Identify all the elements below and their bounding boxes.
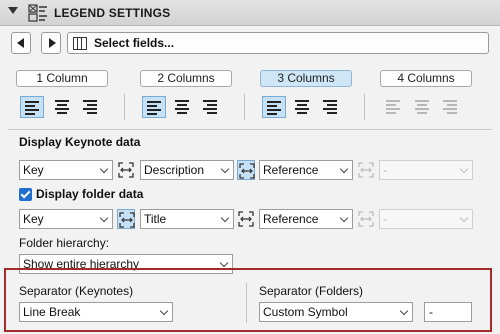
dropdown-value: Key [23,212,44,226]
chevron-down-icon [99,213,109,223]
arrow-left-icon [17,38,24,48]
chevron-down-icon [220,213,230,223]
dropdown-value: - [383,212,387,226]
dropdown-value: Key [23,163,44,177]
link-icon [118,162,134,178]
keynote-field-3-dropdown[interactable]: Reference [259,160,353,180]
dropdown-value: Reference [263,212,319,226]
select-fields-label: Select fields... [94,36,175,50]
chevron-down-icon [159,306,169,316]
divider [246,283,247,323]
align-center-button [410,96,434,118]
dropdown-value: Custom Symbol [263,305,348,319]
alignment-group-3 [262,96,352,118]
folder-hierarchy-label: Folder hierarchy: [19,236,110,250]
one-column-button[interactable]: 1 Column [16,70,108,87]
chevron-down-icon [459,164,469,174]
chevron-down-icon [219,258,229,268]
link-fields-toggle [357,209,375,229]
alignment-group-4 [382,96,472,118]
alignment-group-2 [142,96,232,118]
align-left-button [382,96,406,118]
divider [124,94,125,120]
align-right-button [438,96,462,118]
link-icon [119,212,135,228]
arrow-right-icon [49,38,56,48]
divider [364,94,365,120]
separator-keynotes-label: Separator (Keynotes) [19,284,134,298]
separator-folders-dropdown[interactable]: Custom Symbol [259,302,413,322]
keynote-field-1-dropdown[interactable]: Key [19,160,113,180]
custom-symbol-input[interactable]: - [424,302,472,322]
chevron-down-icon [459,213,469,223]
divider [244,94,245,120]
link-fields-toggle[interactable] [237,160,255,180]
previous-button[interactable] [11,32,31,54]
dropdown-value: - [383,163,387,177]
legend-settings-icon [28,4,48,22]
link-icon [238,211,254,227]
separator-keynotes-dropdown[interactable]: Line Break [19,302,173,322]
dropdown-value: Reference [263,163,319,177]
align-center-button[interactable] [50,96,74,118]
link-fields-toggle[interactable] [237,209,255,229]
link-icon [358,211,374,227]
folder-field-1-dropdown[interactable]: Key [19,209,113,229]
divider [8,129,492,130]
align-center-button[interactable] [290,96,314,118]
link-icon [358,162,374,178]
dropdown-value: Description [144,163,205,177]
select-fields-button[interactable]: Select fields... [67,32,489,54]
align-right-button[interactable] [318,96,342,118]
collapse-arrow-icon[interactable] [8,7,18,14]
keynote-field-2-dropdown[interactable]: Description [140,160,234,180]
panel-title: LEGEND SETTINGS [54,6,171,20]
align-right-button[interactable] [198,96,222,118]
chevron-down-icon [339,213,349,223]
alignment-group-1 [20,96,110,118]
folder-field-3-dropdown[interactable]: Reference [259,209,353,229]
align-right-button[interactable] [78,96,102,118]
chevron-down-icon [99,164,109,174]
chevron-down-icon [399,306,409,316]
link-fields-toggle [357,160,375,180]
align-left-button[interactable] [142,96,166,118]
three-columns-button[interactable]: 3 Columns [260,70,352,87]
folder-field-4-dropdown: - [379,209,473,229]
keynote-field-4-dropdown: - [379,160,473,180]
separator-highlight-box [4,268,492,332]
folder-field-2-dropdown[interactable]: Title [140,209,234,229]
dropdown-value: Title [144,212,167,226]
four-columns-button[interactable]: 4 Columns [380,70,472,87]
chevron-down-icon [220,164,230,174]
link-fields-toggle[interactable] [117,160,135,180]
link-fields-toggle[interactable] [117,209,135,229]
keynote-section-title: Display Keynote data [19,135,141,149]
chevron-down-icon [339,164,349,174]
align-left-button[interactable] [262,96,286,118]
link-icon [239,163,255,179]
display-folder-data-checkbox[interactable] [19,188,32,201]
align-center-button[interactable] [170,96,194,118]
next-button[interactable] [41,32,61,54]
separator-folders-label: Separator (Folders) [259,284,364,298]
columns-icon [73,37,87,50]
align-left-button[interactable] [20,96,44,118]
display-folder-data-label: Display folder data [36,187,144,201]
dropdown-value: Line Break [23,305,81,319]
two-columns-button[interactable]: 2 Columns [140,70,232,87]
